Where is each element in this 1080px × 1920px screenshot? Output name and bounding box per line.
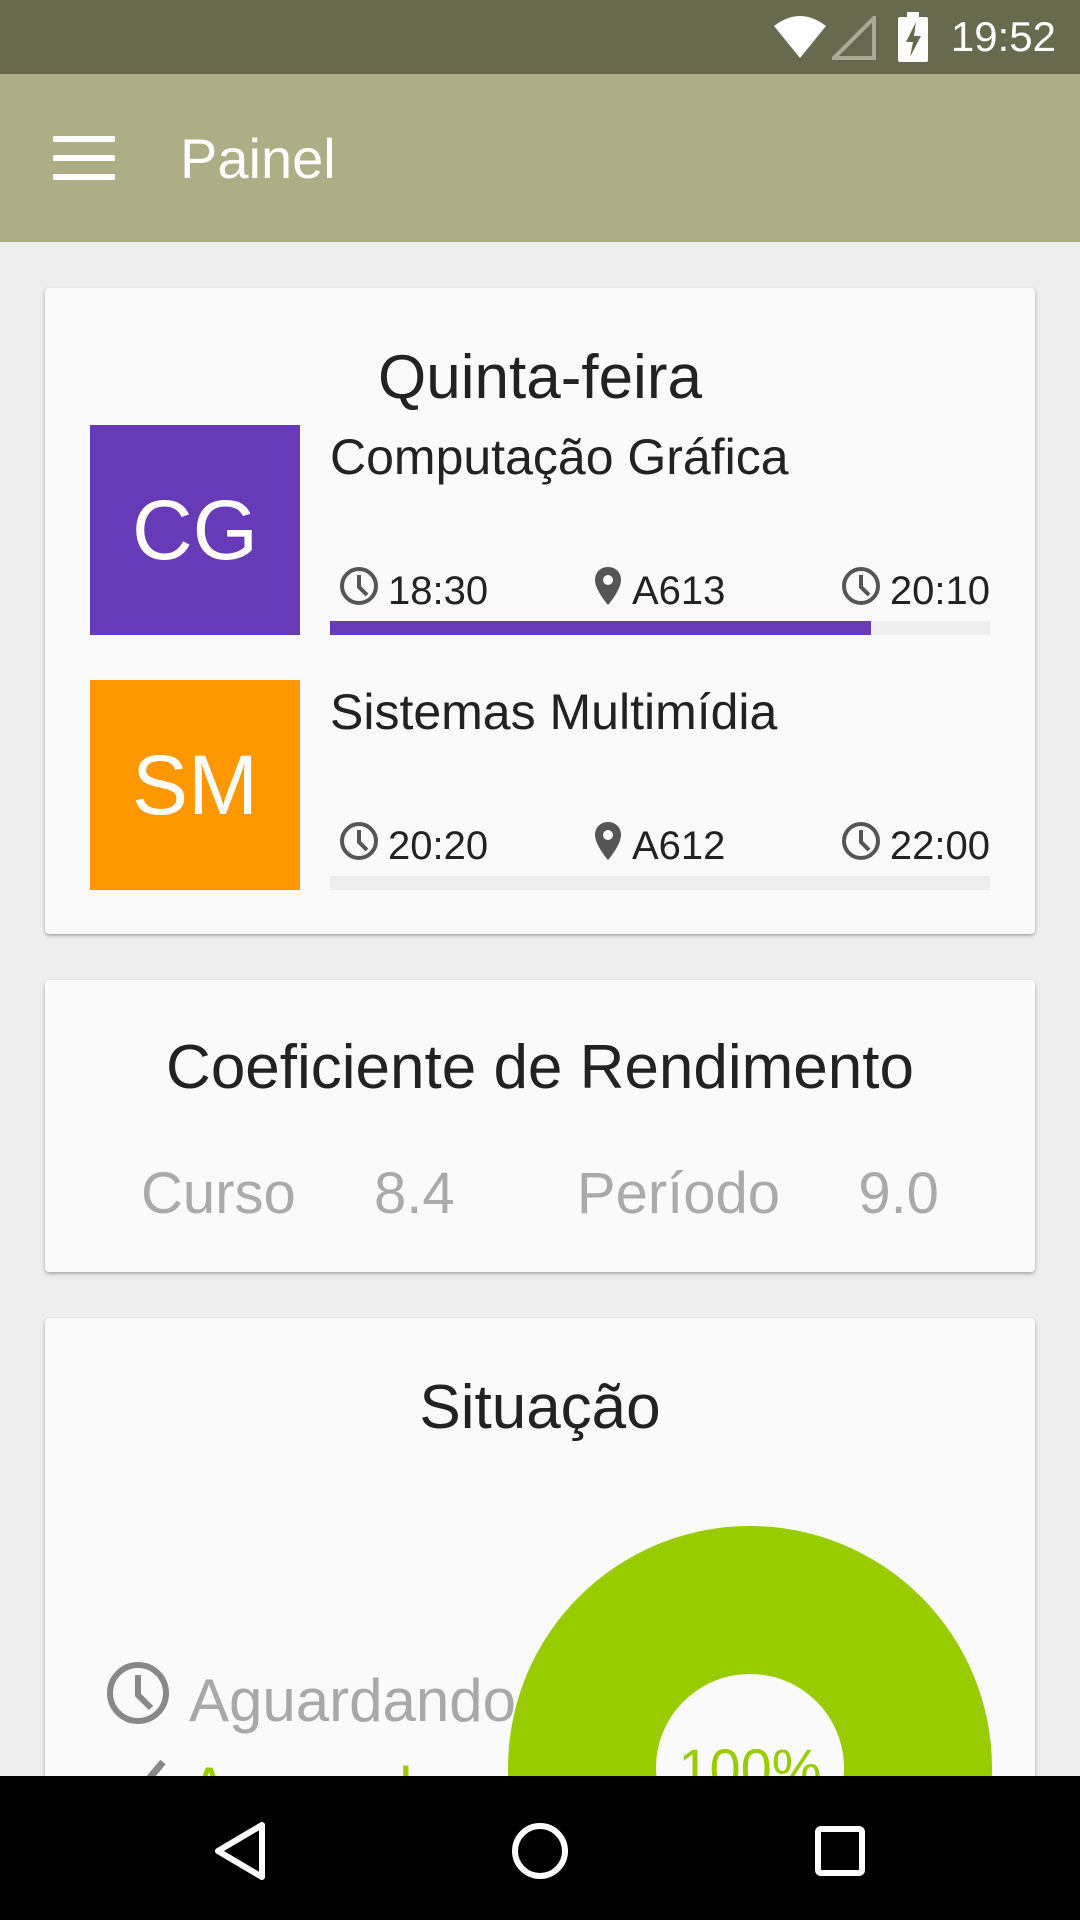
class-item[interactable]: SM Sistemas Multimídia 20:20 A612 22:00 xyxy=(90,680,990,890)
app-bar: Painel xyxy=(0,74,1080,242)
recents-icon[interactable] xyxy=(795,1806,885,1896)
clock-icon xyxy=(840,565,882,616)
battery-charging-icon xyxy=(898,12,928,67)
schedule-card: Quinta-feira CG Computação Gráfica 18:30… xyxy=(45,288,1035,934)
status-time: 19:52 xyxy=(950,13,1056,60)
performance-values: Curso 8.4 Período 9.0 xyxy=(45,1160,1035,1227)
class-end-time: 20:10 xyxy=(889,568,990,613)
legend-label: Aprovado xyxy=(189,1754,446,1777)
location-pin-icon xyxy=(592,820,624,871)
period-value: 9.0 xyxy=(858,1161,939,1226)
performance-title: Coeficiente de Rendimento xyxy=(166,1033,914,1102)
class-start: 18:30 xyxy=(338,565,488,616)
class-progress-fill xyxy=(330,621,872,635)
situation-card: Situação Aguardando Aprovado 100% xyxy=(45,1318,1035,1776)
class-end: 20:10 xyxy=(840,565,990,616)
signal-icon xyxy=(829,13,876,65)
page-title: Painel xyxy=(180,127,336,190)
legend-item-approved: Aprovado xyxy=(105,1748,446,1776)
period-label: Período xyxy=(576,1161,781,1226)
clock-icon xyxy=(840,820,882,871)
class-room-label: A613 xyxy=(632,568,726,613)
wifi-icon xyxy=(772,14,828,65)
class-meta: 20:20 A612 22:00 xyxy=(330,820,990,868)
clock-icon xyxy=(338,565,380,616)
class-progress-bar xyxy=(330,621,990,635)
status-bar: 19:52 xyxy=(0,0,1080,74)
situation-title: Situação xyxy=(419,1373,661,1442)
class-name: Sistemas Multimídia xyxy=(330,684,778,740)
class-initials-badge: CG xyxy=(90,425,300,635)
donut-percent: 100% xyxy=(678,1737,821,1776)
class-end: 22:00 xyxy=(840,820,990,871)
class-progress-bar xyxy=(330,876,990,890)
location-pin-icon xyxy=(592,565,624,616)
class-room-label: A612 xyxy=(632,823,726,868)
class-room: A613 xyxy=(592,565,725,616)
schedule-day: Quinta-feira xyxy=(378,343,702,412)
class-initials-badge: SM xyxy=(90,680,300,890)
class-meta: 18:30 A613 20:10 xyxy=(330,565,990,613)
check-icon xyxy=(105,1748,171,1776)
class-start-time: 18:30 xyxy=(388,568,489,613)
legend-item-waiting: Aguardando xyxy=(105,1660,516,1740)
menu-icon[interactable] xyxy=(40,118,128,198)
class-name: Computação Gráfica xyxy=(330,429,789,485)
legend-label: Aguardando xyxy=(189,1666,516,1734)
class-start-time: 20:20 xyxy=(388,823,489,868)
clock-icon xyxy=(105,1660,171,1740)
back-icon[interactable] xyxy=(195,1806,285,1896)
class-end-time: 22:00 xyxy=(889,823,990,868)
performance-card: Coeficiente de Rendimento Curso 8.4 Perí… xyxy=(45,980,1035,1272)
course-label: Curso xyxy=(141,1161,296,1226)
class-item[interactable]: CG Computação Gráfica 18:30 A613 20:10 xyxy=(90,425,990,635)
clock-icon xyxy=(338,820,380,871)
navigation-bar xyxy=(0,1776,1080,1920)
dashboard-content[interactable]: Quinta-feira CG Computação Gráfica 18:30… xyxy=(0,242,1080,1776)
situation-donut-chart: 100% xyxy=(508,1526,992,1776)
class-start: 20:20 xyxy=(338,820,488,871)
course-value: 8.4 xyxy=(374,1161,455,1226)
class-room: A612 xyxy=(592,820,725,871)
home-icon[interactable] xyxy=(495,1806,585,1896)
